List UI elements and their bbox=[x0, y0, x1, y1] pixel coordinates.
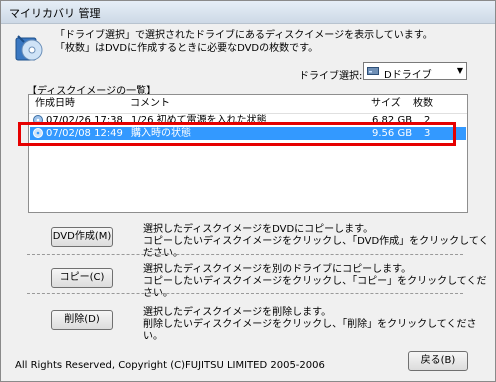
window-title: マイリカバリ 管理 bbox=[9, 7, 101, 20]
column-count[interactable]: 枚数 bbox=[413, 95, 433, 113]
description-line-2: 「枚数」はDVDに作成するときに必要なDVDの枚数です。 bbox=[55, 43, 319, 54]
delete-description-line-1: 選択したディスクイメージを削除します。 bbox=[143, 307, 332, 318]
back-button[interactable]: 戻る(B) bbox=[408, 351, 468, 371]
delete-description: 選択したディスクイメージを削除します。 削除したいディスクイメージをクリックし、… bbox=[143, 307, 495, 343]
chevron-down-icon: ▼ bbox=[456, 66, 463, 75]
recovery-disk-icon bbox=[14, 32, 44, 64]
delete-button[interactable]: 削除(D) bbox=[51, 310, 113, 330]
description-line-1: 「ドライブ選択」で選択されたドライブにあるディスクイメージを表示しています。 bbox=[55, 30, 433, 41]
disk-image-list[interactable]: 作成日時 コメント サイズ 枚数 07/02/26 17:38 1/26 初めて… bbox=[28, 94, 468, 213]
delete-description-line-2: 削除したいディスクイメージをクリックし、「削除」をクリックしてください。 bbox=[143, 319, 477, 342]
drive-select-label: ドライブ選択: bbox=[299, 71, 363, 82]
column-date[interactable]: 作成日時 bbox=[35, 95, 75, 113]
recovery-manager-window: マイリカバリ 管理 「ドライブ選択」で選択されたドライブにあるディスクイメージを… bbox=[0, 0, 496, 382]
copy-button[interactable]: コピー(C) bbox=[51, 268, 113, 288]
selection-highlight-box bbox=[18, 122, 456, 146]
copy-description-line-1: 選択したディスクイメージを別のドライブにコピーします。 bbox=[143, 264, 412, 275]
column-size[interactable]: サイズ bbox=[371, 95, 401, 113]
copyright-text: All Rights Reserved, Copyright (C)FUJITS… bbox=[15, 360, 325, 371]
drive-select-value: Dドライブ bbox=[384, 70, 432, 81]
drive-select[interactable]: Dドライブ ▼ bbox=[363, 62, 467, 81]
title-bar: マイリカバリ 管理 bbox=[1, 1, 495, 24]
dvd-description-line-2: コピーしたいディスクイメージをクリックし、「DVD作成」をクリックしてください。 bbox=[143, 236, 489, 259]
copy-description-line-2: コピーしたいディスクイメージをクリックし、「コピー」をクリックしてください。 bbox=[143, 276, 487, 299]
dvd-create-button[interactable]: DVD作成(M) bbox=[51, 227, 113, 247]
column-comment[interactable]: コメント bbox=[130, 95, 170, 113]
list-header: 作成日時 コメント サイズ 枚数 bbox=[29, 95, 467, 114]
drive-icon bbox=[367, 66, 379, 76]
copy-description: 選択したディスクイメージを別のドライブにコピーします。 コピーしたいディスクイメ… bbox=[143, 264, 495, 300]
dvd-description-line-1: 選択したディスクイメージをDVDにコピーします。 bbox=[143, 224, 374, 235]
divider bbox=[27, 254, 463, 255]
divider bbox=[27, 293, 463, 294]
description: 「ドライブ選択」で選択されたドライブにあるディスクイメージを表示しています。 「… bbox=[55, 29, 433, 55]
